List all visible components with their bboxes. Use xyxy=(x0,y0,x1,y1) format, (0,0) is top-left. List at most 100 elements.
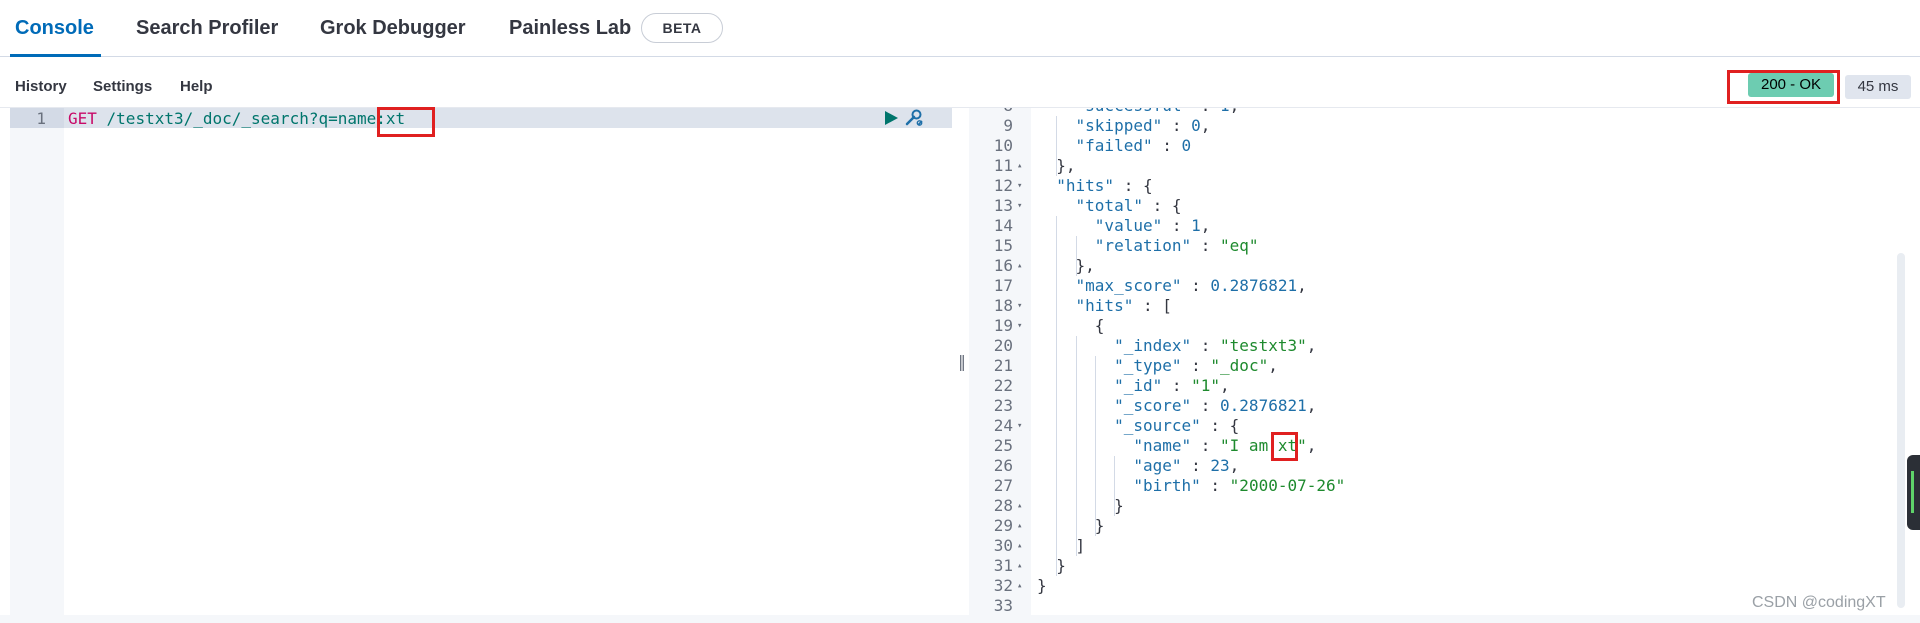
output-line-number: 28 xyxy=(993,496,1013,515)
output-line-number: 14 xyxy=(993,216,1013,235)
output-line-number: 10 xyxy=(993,136,1013,155)
output-line: 25 "name" : "I am xt", xyxy=(969,436,1909,456)
output-line-text: "hits" : [ xyxy=(1075,296,1172,315)
output-line-number: 31 xyxy=(993,556,1013,575)
output-line: 12 ▾ "hits" : { xyxy=(969,176,1909,196)
output-line-text: "age" : 23, xyxy=(1133,456,1240,475)
output-line: 13 ▾ "total" : { xyxy=(969,196,1909,216)
output-line-text: "successful" : 1, xyxy=(1037,108,1240,115)
output-line: 15 "relation" : "eq" xyxy=(969,236,1909,256)
output-line-number: 25 xyxy=(993,436,1013,455)
editor-highlight-box xyxy=(377,107,435,137)
fold-close-icon[interactable]: ▴ xyxy=(1017,556,1027,576)
tab-grok-debugger[interactable]: Grok Debugger xyxy=(320,14,466,44)
output-scrollbar[interactable] xyxy=(1897,253,1905,608)
response-time-badge: 45 ms xyxy=(1845,75,1911,99)
output-line-text: } xyxy=(1037,556,1066,575)
output-line-text: } xyxy=(1037,576,1047,595)
fold-open-icon[interactable]: ▾ xyxy=(1017,176,1027,196)
editor-line-number: 1 xyxy=(36,109,46,128)
resize-handle-icon[interactable]: ‖ xyxy=(958,352,966,371)
output-line-text: { xyxy=(1037,316,1105,335)
output-line-text: "relation" : "eq" xyxy=(1094,236,1259,255)
output-line-text: } xyxy=(1037,496,1124,515)
request-url: /testxt3/_doc/_search?q=name:xt xyxy=(96,109,406,128)
bottom-strip xyxy=(0,615,1920,623)
output-line: 9 "skipped" : 0, xyxy=(969,116,1909,136)
fold-open-icon[interactable]: ▾ xyxy=(1017,196,1027,216)
output-line-number: 12 xyxy=(993,176,1013,195)
output-line: 8 "successful" : 1, xyxy=(969,108,1909,116)
output-line-number: 16 xyxy=(993,256,1013,275)
history-link[interactable]: History xyxy=(15,78,67,95)
output-line: 22 "_id" : "1", xyxy=(969,376,1909,396)
side-widget[interactable] xyxy=(1907,455,1920,530)
output-line-text: "max_score" : 0.2876821, xyxy=(1075,276,1307,295)
output-line: 11 ▴ }, xyxy=(969,156,1909,176)
side-widget-indicator xyxy=(1911,471,1914,513)
fold-close-icon[interactable]: ▴ xyxy=(1017,496,1027,516)
output-line-number: 21 xyxy=(993,356,1013,375)
output-line-number: 30 xyxy=(993,536,1013,555)
output-line-number: 23 xyxy=(993,396,1013,415)
tab-search-profiler[interactable]: Search Profiler xyxy=(136,14,278,44)
fold-open-icon[interactable]: ▾ xyxy=(1017,296,1027,316)
top-tabbar: Console Search Profiler Grok Debugger Pa… xyxy=(0,0,1920,57)
output-line-text: }, xyxy=(1037,256,1095,275)
fold-close-icon[interactable]: ▴ xyxy=(1017,576,1027,596)
play-icon[interactable] xyxy=(883,110,899,126)
output-line: 30 ▴ ] xyxy=(969,536,1909,556)
active-tab-indicator xyxy=(10,54,101,57)
output-line-number: 11 xyxy=(993,156,1013,175)
output-line-text: "_index" : "testxt3", xyxy=(1114,336,1317,355)
output-line-number: 26 xyxy=(993,456,1013,475)
output-line-text: "_score" : 0.2876821, xyxy=(1114,396,1317,415)
output-line: 29 ▴ } xyxy=(969,516,1909,536)
output-line-text: "_type" : "_doc", xyxy=(1114,356,1278,375)
output-line: 26 "age" : 23, xyxy=(969,456,1909,476)
fold-close-icon[interactable]: ▴ xyxy=(1017,536,1027,556)
help-link[interactable]: Help xyxy=(180,78,213,95)
output-line-number: 18 xyxy=(993,296,1013,315)
fold-open-icon[interactable]: ▾ xyxy=(1017,316,1027,336)
output-line-number: 27 xyxy=(993,476,1013,495)
output-line-number: 24 xyxy=(993,416,1013,435)
output-line: 21 "_type" : "_doc", xyxy=(969,356,1909,376)
output-line: 18 ▾ "hits" : [ xyxy=(969,296,1909,316)
wrench-icon[interactable] xyxy=(904,109,924,127)
request-editor[interactable]: 1 GET /testxt3/_doc/_search?q=name:xt xyxy=(10,108,952,615)
output-line-text: "value" : 1, xyxy=(1094,216,1211,235)
tab-painless-lab[interactable]: Painless Lab xyxy=(509,14,631,44)
output-line: 31 ▴ } xyxy=(969,556,1909,576)
fold-close-icon[interactable]: ▴ xyxy=(1017,156,1027,176)
output-line: 20 "_index" : "testxt3", xyxy=(969,336,1909,356)
output-line-text: "_source" : { xyxy=(1114,416,1240,435)
request-method: GET xyxy=(68,109,97,128)
output-line-number: 20 xyxy=(993,336,1013,355)
output-line-number: 13 xyxy=(993,196,1013,215)
output-line-number: 19 xyxy=(993,316,1013,335)
output-line-number: 15 xyxy=(993,236,1013,255)
status-highlight-box xyxy=(1727,70,1840,104)
output-line-number: 8 xyxy=(969,108,1013,115)
tab-console[interactable]: Console xyxy=(15,14,94,44)
watermark: CSDN @codingXT xyxy=(1752,594,1886,611)
request-line[interactable]: GET /testxt3/_doc/_search?q=name:xt xyxy=(68,109,405,128)
fold-close-icon[interactable]: ▴ xyxy=(1017,256,1027,276)
output-line-number: 9 xyxy=(1003,116,1013,135)
fold-close-icon[interactable]: ▴ xyxy=(1017,516,1027,536)
output-line: 23 "_score" : 0.2876821, xyxy=(969,396,1909,416)
settings-link[interactable]: Settings xyxy=(93,78,152,95)
output-line: 28 ▴ } xyxy=(969,496,1909,516)
output-line-number: 32 xyxy=(993,576,1013,595)
output-line-text: "skipped" : 0, xyxy=(1075,116,1211,135)
editor-gutter xyxy=(10,108,64,615)
output-line: 17 "max_score" : 0.2876821, xyxy=(969,276,1909,296)
response-output[interactable]: 8 "successful" : 1,9 "skipped" : 0,10 "f… xyxy=(969,108,1911,615)
output-line-text: } xyxy=(1037,516,1105,535)
output-line-number: 29 xyxy=(993,516,1013,535)
output-line-number: 22 xyxy=(993,376,1013,395)
output-line: 32 ▴} xyxy=(969,576,1909,596)
output-line: 10 "failed" : 0 xyxy=(969,136,1909,156)
fold-open-icon[interactable]: ▾ xyxy=(1017,416,1027,436)
